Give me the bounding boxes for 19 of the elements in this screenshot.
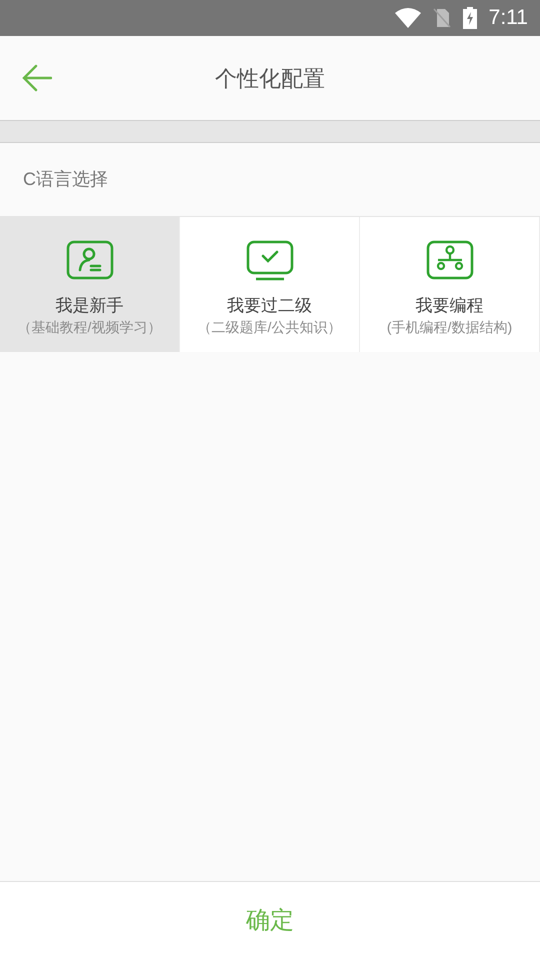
person-card-icon — [66, 240, 114, 281]
network-icon — [426, 240, 474, 281]
status-time: 7:11 — [488, 5, 528, 32]
option-subtitle: （二级题库/公共知识） — [198, 319, 342, 337]
section-label: C语言选择 — [23, 168, 108, 191]
option-tile[interactable]: 我要过二级 （二级题库/公共知识） — [180, 217, 360, 352]
option-title: 我要过二级 — [227, 295, 312, 316]
battery-charging-icon — [462, 7, 477, 29]
option-title: 我是新手 — [56, 295, 124, 316]
option-title: 我要编程 — [416, 295, 484, 316]
monitor-check-icon — [246, 240, 294, 281]
no-sim-icon — [432, 8, 451, 28]
page-title: 个性化配置 — [215, 64, 325, 92]
option-subtitle: (手机编程/数据结构) — [386, 319, 512, 337]
wifi-icon — [394, 8, 421, 28]
option-tile[interactable]: 我要编程 (手机编程/数据结构) — [360, 217, 540, 352]
option-tile[interactable]: 我是新手 （基础教程/视频学习） — [0, 217, 180, 352]
back-arrow-icon — [22, 63, 52, 93]
option-subtitle: （基础教程/视频学习） — [18, 319, 162, 337]
